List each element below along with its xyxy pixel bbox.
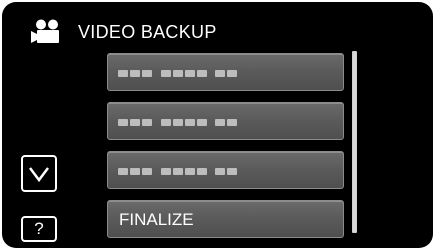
screen: VIDEO BACKUP FINALIZE ? — [2, 2, 433, 248]
help-icon: ? — [34, 219, 44, 238]
scroll-down-button[interactable] — [21, 155, 57, 192]
placeholder-text-icon — [118, 168, 237, 175]
placeholder-text-icon — [118, 119, 237, 126]
movie-camera-icon — [31, 19, 59, 43]
header: VIDEO BACKUP — [2, 2, 433, 43]
menu-item-2[interactable] — [107, 102, 344, 140]
finalize-button[interactable]: FINALIZE — [107, 200, 344, 238]
menu-item-1[interactable] — [107, 53, 344, 91]
help-button[interactable]: ? — [21, 216, 57, 242]
chevron-down-icon — [29, 167, 49, 183]
page-title: VIDEO BACKUP — [78, 22, 217, 42]
scroll-thumb[interactable] — [353, 52, 356, 232]
placeholder-text-icon — [118, 70, 237, 77]
menu-item-3[interactable] — [107, 151, 344, 189]
finalize-label: FINALIZE — [119, 210, 194, 229]
scrollbar[interactable] — [352, 51, 357, 233]
